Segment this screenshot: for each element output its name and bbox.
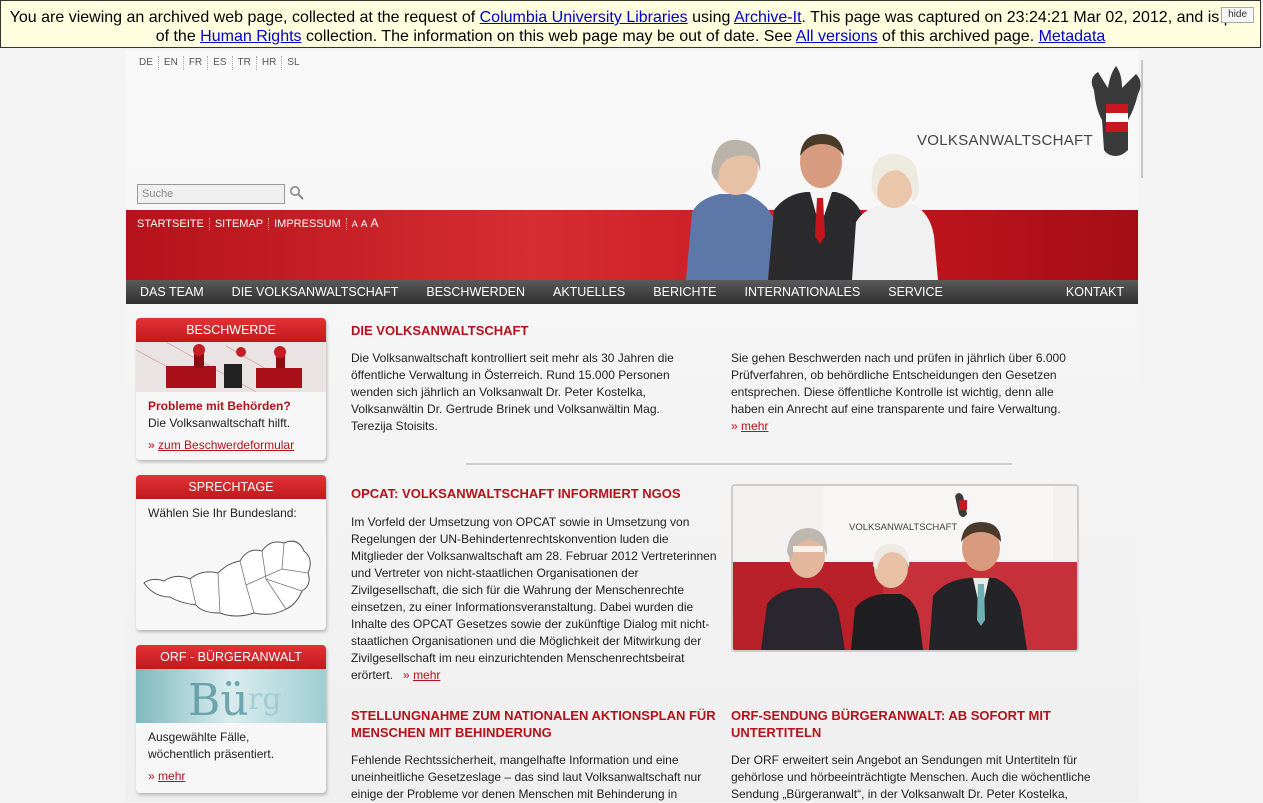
- utility-nav: STARTSEITE SITEMAP IMPRESSUM A A A: [137, 216, 378, 230]
- nav-die-volksanwaltschaft[interactable]: DIE VOLKSANWALTSCHAFT: [218, 285, 413, 299]
- beschwerde-box-text: Die Volksanwaltschaft hilft.: [148, 416, 291, 430]
- photo-wordmark: VOLKSANWALTSCHAFT: [849, 522, 957, 533]
- header-portrait-image: [686, 134, 938, 280]
- main-nav: DAS TEAM DIE VOLKSANWALTSCHAFT BESCHWERD…: [126, 280, 1138, 304]
- divider: [466, 463, 1012, 465]
- banner-text: using: [687, 9, 734, 26]
- nav-service[interactable]: SERVICE: [874, 285, 957, 299]
- article-more-link[interactable]: mehr: [741, 419, 768, 433]
- lang-fr[interactable]: FR: [184, 56, 209, 70]
- beschwerde-box-heading: Probleme mit Behörden?: [148, 399, 291, 413]
- arrow-icon: »: [731, 419, 738, 433]
- austria-map[interactable]: [136, 525, 326, 625]
- sprechtage-box-body: Wählen Sie Ihr Bundesland:: [136, 499, 326, 528]
- metadata-link[interactable]: Metadata: [1039, 28, 1106, 45]
- article-title[interactable]: DIE VOLKSANWALTSCHAFT: [351, 322, 751, 339]
- arrow-icon: »: [403, 668, 410, 682]
- util-sitemap-link[interactable]: SITEMAP: [210, 218, 270, 230]
- article-text: Fehlende Rechtssicherheit, mangelhafte I…: [351, 753, 702, 801]
- beschwerde-box: BESCHWERDE Probleme mit Behörden? Die Vo…: [136, 318, 326, 460]
- orf-buergeranwalt-image: Bü rg: [136, 669, 326, 723]
- orf-box: ORF - BÜRGERANWALT Bü rg Ausgewählte Fäl…: [136, 645, 326, 793]
- orf-box-text: Ausgewählte Fälle, wöchentlich präsentie…: [148, 730, 275, 761]
- orf-more-link[interactable]: mehr: [158, 769, 185, 783]
- nav-internationales[interactable]: INTERNATIONALES: [730, 285, 874, 299]
- search-input[interactable]: Suche: [137, 184, 285, 204]
- article-title[interactable]: STELLUNGNAHME ZUM NATIONALEN AKTIONSPLAN…: [351, 707, 721, 741]
- article-more-link[interactable]: mehr: [413, 668, 440, 682]
- lang-en[interactable]: EN: [159, 56, 184, 70]
- beschwerde-box-title: BESCHWERDE: [136, 318, 326, 342]
- archive-banner: You are viewing an archived web page, co…: [0, 0, 1261, 48]
- svg-text:rg: rg: [248, 682, 282, 717]
- banner-text: of this archived page.: [877, 28, 1039, 45]
- stamps-image: [136, 342, 326, 392]
- banner-text: You are viewing an archived web page, co…: [9, 9, 480, 26]
- beschwerde-box-body: Probleme mit Behörden? Die Volksanwaltsc…: [136, 392, 326, 460]
- banner-text: collection. The information on this web …: [301, 28, 796, 45]
- nav-berichte[interactable]: BERICHTE: [639, 285, 730, 299]
- article-text: Die Volksanwaltschaft kontrolliert seit …: [351, 351, 674, 433]
- orf-link-row: » mehr: [148, 768, 314, 785]
- orf-box-body: Ausgewählte Fälle, wöchentlich präsentie…: [136, 723, 326, 791]
- all-versions-link[interactable]: All versions: [796, 28, 878, 45]
- beschwerde-link-row: » zum Beschwerdeformular: [148, 437, 314, 454]
- human-rights-link[interactable]: Human Rights: [200, 28, 301, 45]
- arrow-icon: »: [148, 438, 155, 452]
- archive-it-link[interactable]: Archive-It: [734, 9, 802, 26]
- arrow-icon: »: [148, 769, 155, 783]
- util-home-link[interactable]: STARTSEITE: [137, 218, 210, 230]
- svg-text:Bü: Bü: [188, 675, 249, 723]
- sprechtage-box-title: SPRECHTAGE: [136, 475, 326, 499]
- lang-de[interactable]: DE: [136, 56, 159, 70]
- nav-beschwerden[interactable]: BESCHWERDEN: [412, 285, 539, 299]
- opcat-photo[interactable]: VOLKSANWALTSCHAFT: [731, 484, 1079, 652]
- sprechtage-box-text: Wählen Sie Ihr Bundesland:: [148, 506, 297, 520]
- language-switcher: DE EN FR ES TR HR SL: [136, 56, 305, 70]
- nav-kontakt[interactable]: KONTAKT: [1052, 285, 1138, 299]
- font-size-large[interactable]: A: [370, 216, 378, 230]
- article-title[interactable]: ORF-SENDUNG BÜRGERANWALT: AB SOFORT MIT …: [731, 707, 1101, 741]
- lang-sl[interactable]: SL: [282, 56, 304, 70]
- search-icon[interactable]: [289, 185, 305, 201]
- sprechtage-box: SPRECHTAGE Wählen Sie Ihr Bundesland:: [136, 475, 326, 630]
- article-text: Sie gehen Beschwerden nach und prüfen in…: [731, 351, 1066, 416]
- lang-tr[interactable]: TR: [233, 56, 257, 70]
- hide-banner-button[interactable]: hide: [1221, 7, 1254, 23]
- orf-box-title: ORF - BÜRGERANWALT: [136, 645, 326, 669]
- opcat-photo-image: VOLKSANWALTSCHAFT: [733, 486, 1077, 650]
- lang-hr[interactable]: HR: [257, 56, 283, 70]
- lang-es[interactable]: ES: [208, 56, 233, 70]
- font-size-small[interactable]: A: [347, 219, 361, 229]
- article-text: Der ORF erweitert sein Angebot an Sendun…: [731, 753, 1091, 801]
- article-more-row: » mehr: [731, 418, 768, 435]
- article-title[interactable]: OPCAT: VOLKSANWALTSCHAFT INFORMIERT NGOS: [351, 485, 751, 502]
- logo-wordmark[interactable]: VOLKSANWALTSCHAFT: [917, 132, 1093, 149]
- nav-aktuelles[interactable]: AKTUELLES: [539, 285, 639, 299]
- beschwerdeformular-link[interactable]: zum Beschwerdeformular: [158, 438, 294, 452]
- columbia-link[interactable]: Columbia University Libraries: [480, 9, 688, 26]
- article-text: Im Vorfeld der Umsetzung von OPCAT sowie…: [351, 514, 723, 684]
- util-impressum-link[interactable]: IMPRESSUM: [269, 218, 347, 230]
- nav-das-team[interactable]: DAS TEAM: [126, 285, 218, 299]
- page: DE EN FR ES TR HR SL Suche VOLKSANWALTSC…: [126, 50, 1143, 802]
- eagle-crest-icon: [1091, 60, 1143, 178]
- article-body: Im Vorfeld der Umsetzung von OPCAT sowie…: [351, 515, 717, 682]
- font-size-medium[interactable]: A: [361, 219, 371, 230]
